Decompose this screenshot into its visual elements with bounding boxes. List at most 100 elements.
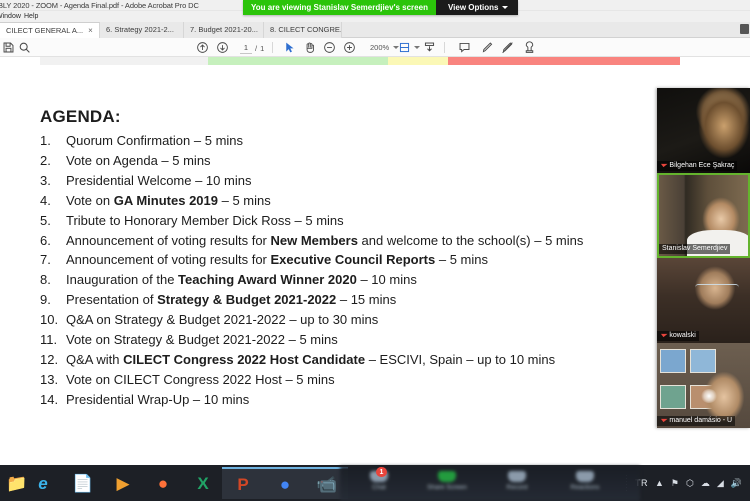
- agenda-item-text: Q&A on Strategy & Budget 2021-2022 – up …: [66, 312, 379, 328]
- agenda-item-number: 4.: [40, 192, 51, 208]
- menu-item-help[interactable]: Help: [24, 11, 38, 22]
- chat-unread-badge: 1: [376, 467, 387, 477]
- network-icon[interactable]: ◢: [717, 478, 724, 488]
- agenda-item: 2. Vote on Agenda – 5 mins: [40, 151, 650, 171]
- record-label: Record: [506, 484, 528, 491]
- participant-name-badge: Stanislav Semerdjiev: [659, 244, 731, 254]
- page-current[interactable]: 1: [240, 42, 252, 54]
- chrome-icon[interactable]: ●: [264, 467, 306, 499]
- color-band-red: [448, 57, 680, 65]
- page-separator: /: [255, 43, 258, 53]
- zoom-level-value: 200%: [370, 43, 390, 52]
- tab-label: 6. Strategy 2021-2...: [106, 25, 174, 34]
- agenda-item-text: Inauguration of the Teaching Award Winne…: [66, 272, 417, 288]
- agenda-item-number: 13.: [40, 371, 59, 387]
- excel-icon[interactable]: X: [182, 467, 224, 499]
- agenda-item-number: 8.: [40, 272, 51, 288]
- video-tile-participant-1[interactable]: ⏷ Bilgehan Ece Şakraç: [657, 88, 750, 173]
- participant-name: kowalski: [669, 332, 696, 339]
- share-screen-button[interactable]: Share Screen: [416, 469, 478, 499]
- microphone-muted-icon: ⏷: [660, 161, 667, 170]
- agenda-item-text: Vote on GA Minutes 2019 – 5 mins: [66, 192, 271, 208]
- zoom-level-selector[interactable]: 200%: [370, 42, 400, 53]
- stamp-icon[interactable]: [523, 41, 536, 54]
- scroll-mode-icon[interactable]: [423, 41, 436, 54]
- agenda-item-text: Announcement of voting results for Execu…: [66, 252, 488, 268]
- participant-name: Stanislav Semerdjiev: [662, 245, 728, 252]
- reactions-button[interactable]: Reactions: [554, 469, 616, 499]
- media-player-icon[interactable]: ▶: [102, 467, 144, 499]
- save-icon[interactable]: [2, 41, 15, 54]
- page-total: 1: [260, 43, 265, 53]
- share-screen-icon: [438, 471, 456, 482]
- next-page-icon[interactable]: [216, 41, 229, 54]
- participant-name: manuel damásio - U: [669, 417, 733, 424]
- toolbar-divider: [272, 42, 273, 53]
- page-number-field[interactable]: 1 / 1: [240, 42, 264, 54]
- chevron-down-icon[interactable]: [414, 46, 420, 49]
- powerpoint-icon[interactable]: P: [222, 467, 264, 499]
- video-tile-participant-3[interactable]: ⏷ kowalski: [657, 258, 750, 343]
- agenda-item: 7. Announcement of voting results for Exe…: [40, 250, 650, 270]
- agenda-list: 1. Quorum Confirmation – 5 mins 2. Vote on …: [40, 131, 650, 410]
- view-options-button[interactable]: View Options: [435, 0, 519, 15]
- toolbar-divider: [444, 42, 445, 53]
- screen-share-banner: You are viewing Stanislav Semerdjiev's s…: [243, 0, 519, 15]
- video-tile-participant-2-active-speaker[interactable]: Stanislav Semerdjiev: [657, 173, 750, 258]
- pdf-document-view[interactable]: AGENDA: 1. Quorum Confirmation – 5 mins 2.…: [0, 57, 750, 465]
- hand-tool-icon[interactable]: [303, 41, 316, 54]
- agenda-item-text: Presentation of Strategy & Budget 2021-2…: [66, 292, 397, 308]
- agenda-item-number: 11.: [40, 332, 58, 348]
- show-hidden-icons-icon[interactable]: ▲: [655, 478, 664, 488]
- view-options-label: View Options: [447, 3, 499, 12]
- agenda-item-number: 9.: [40, 292, 51, 308]
- tab-budget-2021[interactable]: 7. Budget 2021-20...: [184, 22, 264, 38]
- reactions-label: Reactions: [570, 484, 600, 491]
- microphone-muted-icon: ⏷: [660, 331, 667, 340]
- agenda-item-text: Q&A with CILECT Congress 2022 Host Candi…: [66, 351, 556, 367]
- agenda-item-number: 6.: [40, 232, 51, 248]
- fit-page-icon[interactable]: [398, 41, 411, 54]
- participant-name: Bilgehan Ece Şakraç: [669, 162, 735, 169]
- draw-icon[interactable]: [501, 41, 514, 54]
- system-tray[interactable]: TR ▲ ⚑ ⬡ ☁ ◢ 🔊: [625, 465, 748, 501]
- close-icon[interactable]: ×: [88, 23, 93, 38]
- participant-name-badge: ⏷ manuel damásio - U: [657, 416, 736, 426]
- color-band-green: [208, 57, 388, 65]
- share-banner-message: You are viewing Stanislav Semerdjiev's s…: [243, 0, 436, 15]
- agenda-item: 9. Presentation of Strategy & Budget 2021…: [40, 290, 650, 310]
- menu-item-window[interactable]: Window: [0, 11, 21, 22]
- dropbox-icon[interactable]: ⬡: [686, 478, 694, 488]
- tab-cilect-general-assembly[interactable]: CILECT GENERAL A... ×: [0, 22, 100, 38]
- video-tile-participant-4[interactable]: ⏷ manuel damásio - U: [657, 343, 750, 428]
- search-icon[interactable]: [18, 41, 31, 54]
- document-tab-strip: CILECT GENERAL A... × 6. Strategy 2021-2…: [0, 22, 750, 38]
- tab-label: 7. Budget 2021-20...: [190, 25, 258, 34]
- volume-icon[interactable]: 🔊: [731, 478, 742, 488]
- agenda-item-number: 5.: [40, 212, 51, 228]
- zoom-in-icon[interactable]: [343, 41, 356, 54]
- webcam-image: [690, 349, 716, 373]
- page-title: AGENDA:: [40, 107, 121, 126]
- previous-page-icon[interactable]: [196, 41, 209, 54]
- record-button[interactable]: Record: [486, 469, 548, 499]
- adobe-acrobat-icon[interactable]: 📄: [62, 467, 104, 499]
- firefox-icon[interactable]: ●: [142, 467, 184, 499]
- internet-explorer-icon[interactable]: e: [22, 467, 64, 499]
- agenda-item: 6. Announcement of voting results for New…: [40, 231, 650, 251]
- tab-strategy-2021[interactable]: 6. Strategy 2021-2...: [100, 22, 184, 38]
- select-tool-icon[interactable]: [283, 41, 296, 54]
- tab-cilect-congress[interactable]: 8. CILECT CONGRE...: [264, 22, 342, 38]
- zoom-out-icon[interactable]: [323, 41, 336, 54]
- agenda-item: 14. Presidential Wrap-Up – 10 mins: [40, 390, 650, 410]
- highlight-icon[interactable]: [481, 41, 494, 54]
- agenda-item-number: 2.: [40, 152, 51, 168]
- chevron-down-icon: [502, 6, 509, 9]
- agenda-item: 11. Vote on Strategy & Budget 2021-2022 –…: [40, 330, 650, 350]
- flag-icon[interactable]: ⚑: [671, 478, 679, 488]
- agenda-item: 4. Vote on GA Minutes 2019 – 5 mins: [40, 191, 650, 211]
- zoom-video-strip[interactable]: ⏷ Bilgehan Ece Şakraç Stanislav Semerdji…: [657, 88, 750, 428]
- onedrive-icon[interactable]: ☁: [701, 478, 710, 488]
- comment-icon[interactable]: [458, 41, 471, 54]
- tab-strip-overflow-button[interactable]: [740, 24, 749, 34]
